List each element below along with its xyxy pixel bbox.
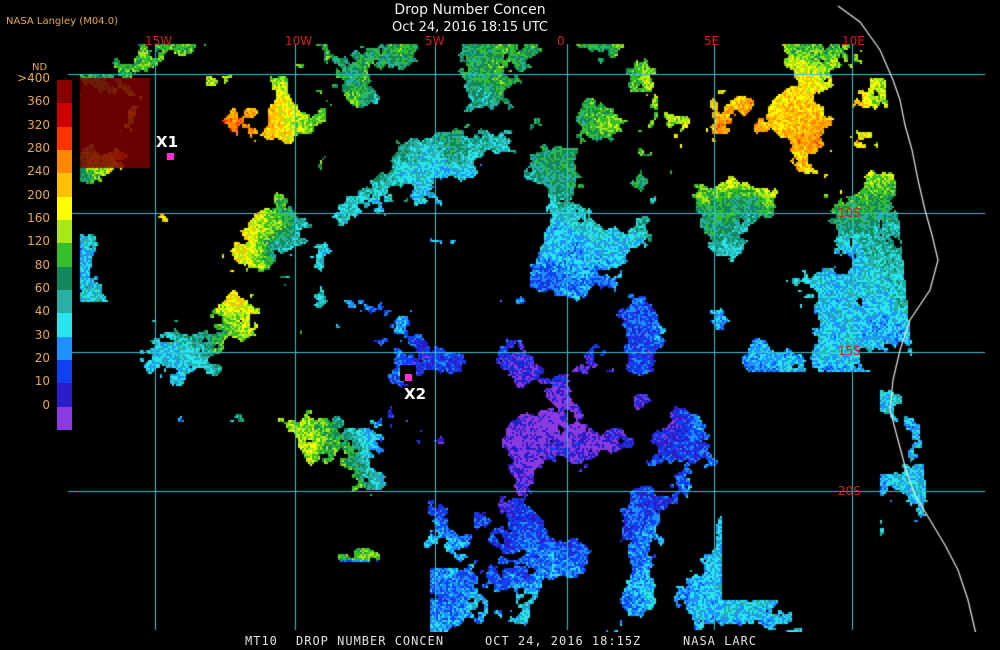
latitude-label: 20S (838, 484, 861, 498)
site-x1-label: X1 (156, 133, 179, 151)
longitude-label: 0 (557, 34, 565, 48)
legend-swatch (57, 173, 72, 198)
longitude-label: 10W (285, 34, 313, 48)
longitude-label: 5E (704, 34, 720, 48)
legend-swatch (57, 360, 72, 384)
legend-swatch (57, 336, 72, 361)
site-x1-marker (167, 153, 174, 160)
footer-product: MT10 (245, 634, 278, 648)
longitude-label: 15W (145, 34, 173, 48)
legend-label: 40 (34, 304, 50, 319)
legend-swatch (57, 220, 72, 244)
footer-datetime: OCT 24, 2016 18:15Z (485, 634, 642, 648)
legend-label: 80 (34, 257, 50, 272)
legend-label: 10 (34, 374, 50, 389)
site-x2-label: X2 (404, 385, 427, 403)
legend-swatch (57, 150, 72, 174)
legend-label: 320 (27, 117, 50, 132)
map-title: Drop Number Concen (394, 2, 546, 18)
legend-swatch (57, 383, 72, 408)
legend-label: >400 (17, 71, 50, 85)
legend-label: 0 (42, 397, 50, 412)
legend-label: 280 (27, 141, 50, 155)
satellite-map-canvas (0, 0, 1000, 650)
legend-swatch (57, 243, 72, 268)
longitude-label: 10E (842, 34, 865, 48)
legend-label: 200 (27, 187, 50, 202)
map-subtitle: Oct 24, 2016 18:15 UTC (392, 20, 548, 35)
legend-swatch (57, 103, 72, 128)
legend-label: 240 (27, 164, 50, 179)
site-x2-marker (405, 374, 412, 381)
legend-label: 20 (34, 351, 50, 365)
legend-swatch (57, 266, 72, 291)
legend-swatch (57, 406, 72, 431)
legend-label: 30 (34, 327, 50, 342)
color-legend-bar (57, 80, 72, 431)
latitude-label: 10S (838, 206, 861, 220)
legend-label: 60 (34, 281, 50, 295)
legend-label: 160 (27, 211, 50, 225)
producer-label: NASA Langley (M04.0) (6, 16, 118, 27)
legend-swatch (57, 126, 72, 151)
legend-label: 360 (27, 94, 50, 109)
footer-name: DROP NUMBER CONCEN (296, 634, 445, 648)
legend-label: 120 (27, 234, 50, 249)
latitude-label: 15S (838, 344, 861, 358)
footer-source: NASA LARC (683, 634, 758, 648)
legend-swatch (57, 313, 72, 338)
legend-swatch (57, 80, 72, 104)
legend-swatch (57, 196, 72, 221)
footer-bar: MT10 DROP NUMBER CONCEN OCT 24, 2016 18:… (0, 632, 1000, 650)
legend-swatch (57, 290, 72, 314)
longitude-label: 5W (425, 34, 445, 48)
